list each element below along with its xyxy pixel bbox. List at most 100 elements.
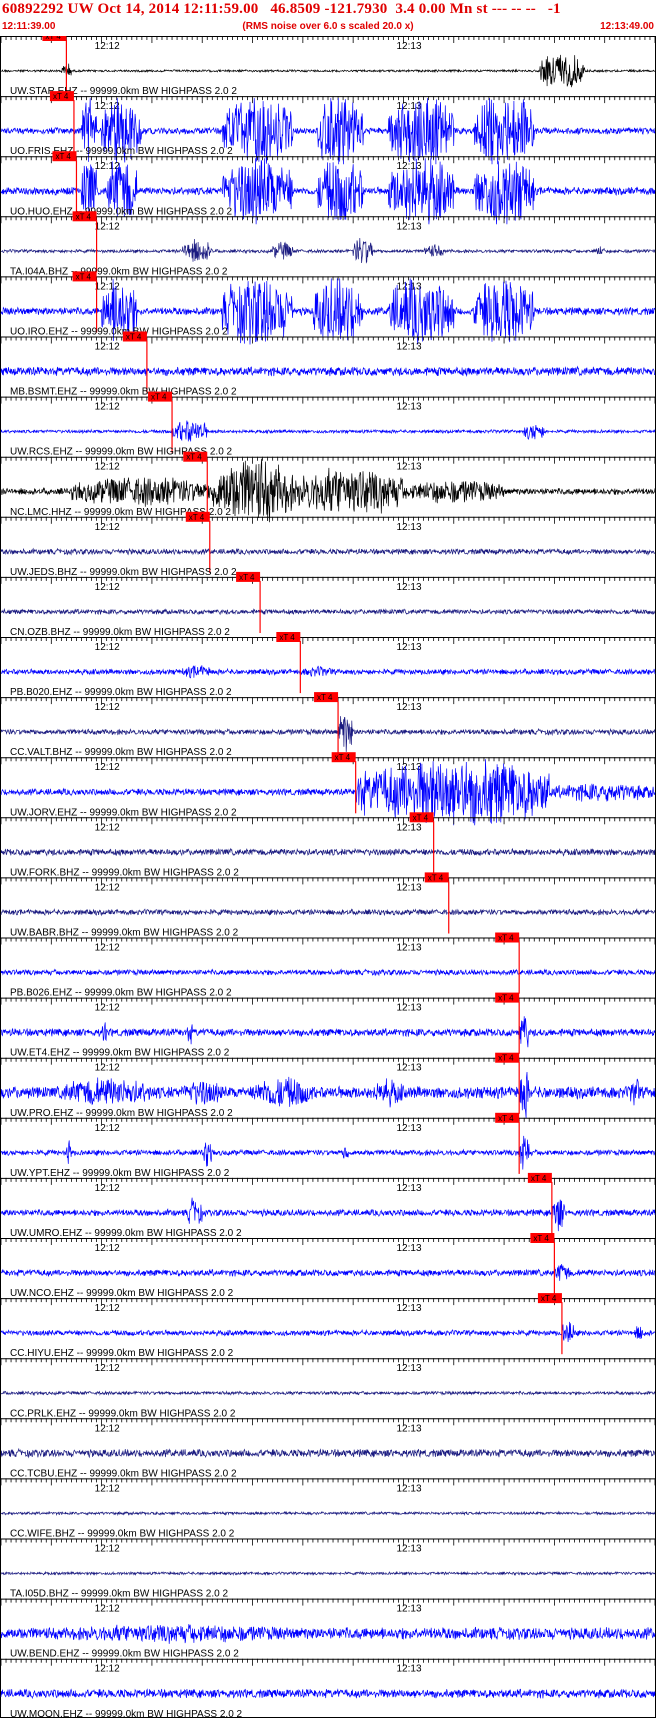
trace-row: 12:12 12:13xT 4 UW.FORK.BHZ -- 99999.0km B… [0,812,656,878]
minute-label: 12:13 [396,1423,421,1434]
pick-label: xT 4 [533,1234,549,1243]
station-label: UW.BABR.BHZ -- 99999.0km BW HIGHPASS 2.0… [10,928,239,939]
pick-label: xT 4 [189,513,205,522]
trace-row: 12:12 12:13 xT 4 CN.OZB.BHZ -- 99999.0km BW… [0,571,656,638]
minute-label: 12:13 [396,582,421,593]
minute-label: 12:13 [396,1664,421,1675]
minute-label: 12:12 [95,1003,120,1014]
trace-row: 12:12 12:13 xT 4 UW.JEDS.BHZ -- 99999.0km B… [0,511,656,578]
pick-label: xT 4 [413,813,429,822]
trace-row: 12:12 12:13 xT 4 UW.ET4.EHZ -- 99999.0km BW… [0,992,656,1059]
trace-row: 12:12 12:13xT 4UW.JORV.EHZ -- 99999.0km B… [0,752,656,826]
minute-label: 12:13 [396,41,421,52]
station-label: PB.B026.EHZ -- 99999.0km BW HIGHPASS 2.0… [10,988,232,999]
waveform-trace [0,1197,656,1232]
pick-label: xT 4 [151,393,167,402]
pick-label: xT 4 [55,152,71,161]
minute-label: 12:13 [396,1363,421,1374]
waveform-trace [0,365,656,377]
station-label: UO.IRO.EHZ -- 99999.0km BW HIGHPASS 2.0 … [10,327,228,338]
minute-label: 12:13 [396,101,421,112]
minute-label: 12:12 [95,221,120,232]
trace-row: 12:12 12:13 xT 4 PB.B020.EHZ -- 99999.0km B… [0,632,656,698]
station-label: UW.YPT.EHZ -- 99999.0km BW HIGHPASS 2.0 … [10,1168,230,1179]
pick-label: xT 4 [498,1054,514,1063]
station-label: CC.VALT.BHZ -- 99999.0km BW HIGHPASS 2.0… [10,747,232,758]
pick-label: xT 4 [279,633,295,642]
minute-label: 12:13 [396,642,421,653]
minute-label: 12:12 [95,1063,120,1074]
minute-label: 12:12 [95,402,120,413]
waveform-trace [0,1688,656,1700]
waveform-trace [0,1264,656,1281]
minute-label: 12:12 [95,1483,120,1494]
minute-label: 12:13 [396,1483,421,1494]
trace-row: 12:12 12:13 CC.TCBU.EHZ -- 99999.0km BW HI… [0,1418,656,1479]
waveform-trace [0,420,656,442]
minute-label: 12:12 [95,1363,120,1374]
station-label: UO.FRIS.EHZ -- 99999.0km BW HIGHPASS 2.0… [10,146,233,157]
minute-label: 12:12 [95,1243,120,1254]
station-label: UW.ET4.EHZ -- 99999.0km BW HIGHPASS 2.0 … [10,1048,230,1059]
station-label: CC.WIFE.BHZ -- 99999.0km BW HIGHPASS 2.0… [10,1529,235,1540]
pick-label: xT 4 [541,1294,557,1303]
minute-label: 12:12 [95,1423,120,1434]
minute-label: 12:13 [396,1123,421,1134]
trace-row: 12:12 12:13xT 4NC.LMC.HHZ -- 99999.0km BW… [0,451,656,523]
waveform-trace [0,1321,656,1343]
minute-label: 12:12 [95,1303,120,1314]
station-label: UW.FORK.BHZ -- 99999.0km BW HIGHPASS 2.0… [10,867,239,878]
station-label: UO.HUO.EHZ -- 99999.0km BW HIGHPASS 2.0 … [10,206,233,217]
minute-label: 12:13 [396,402,421,413]
station-label: MB.BSMT.EHZ -- 99999.0km BW HIGHPASS 2.0… [10,387,237,398]
trace-row: 12:12 12:13 xT 4 CC.HIYU.EHZ -- 99999.0km B… [0,1293,656,1359]
minute-label: 12:13 [396,1604,421,1615]
station-label: UW.UMRO.EHZ -- 99999.0km BW HIGHPASS 2.0… [10,1228,242,1239]
waveform-trace [0,908,656,917]
trace-row: 12:12 12:13 UW.MOON.EHZ -- 99999.0km BW HI… [0,1658,656,1718]
station-label: UW.MOON.EHZ -- 99999.0km BW HIGHPASS 2.0… [10,1709,243,1718]
pick-label: xT 4 [317,693,333,702]
pick-label: xT 4 [498,994,514,1003]
scaling-subtitle: (RMS noise over 6.0 s scaled 20.0 x) [242,21,414,32]
minute-label: 12:13 [396,1183,421,1194]
minute-label: 12:13 [396,522,421,533]
trace-row: 12:12 12:13 xT 4 UW.PRO.EHZ -- 99999.0km BW… [0,1052,656,1119]
pick-label: xT 4 [76,272,92,281]
waveform-trace [0,237,656,264]
trace-row: 12:12 12:13 UW.BEND.EHZ -- 99999.0km BW HI… [0,1598,656,1660]
minute-label: 12:13 [396,822,421,833]
pick-label: xT 4 [53,92,69,101]
waveform-trace [0,1016,656,1048]
pick-label: xT 4 [186,453,202,462]
waveform-trace [0,1624,656,1644]
minute-label: 12:12 [95,1183,120,1194]
station-label: CC.PRLK.EHZ -- 99999.0km BW HIGHPASS 2.0… [10,1408,236,1419]
minute-label: 12:12 [95,41,120,52]
trace-row: 12:12 12:13xT 4UW.RCS.EHZ -- 99999.0km BW… [0,391,656,458]
trace-row: 12:12 12:13 xT 4 PB.B026.EHZ -- 99999.0km B… [0,932,656,999]
pick-label: xT 4 [531,1174,547,1183]
minute-label: 12:12 [95,1604,120,1615]
minute-label: 12:12 [95,882,120,893]
end-time-label: 12:13:49.00 [600,21,654,32]
waveform-trace [0,968,656,977]
pick-label: xT 4 [428,873,444,882]
trace-row: 12:12 12:13 xT 4 UW.NCO.EHZ -- 99999.0km BW… [0,1233,656,1299]
waveform-trace [0,1570,656,1576]
minute-label: 12:12 [95,822,120,833]
minute-label: 12:12 [95,462,120,473]
minute-label: 12:13 [396,1003,421,1014]
event-title: 60892292 UW Oct 14, 2014 12:11:59.00 46.… [2,1,561,17]
pick-label: xT 4 [239,573,255,582]
waveform-trace [1,665,656,679]
station-label: CC.HIYU.EHZ -- 99999.0km BW HIGHPASS 2.0… [10,1348,234,1359]
minute-label: 12:13 [396,281,421,292]
waveform-trace [0,1135,656,1170]
minute-label: 12:12 [95,1664,120,1675]
trace-row: 12:12 12:13xT 4UO.HUO.EHZ -- 99999.0km BW… [0,151,656,225]
trace-row: 12:12 12:13 xT 4 UW.BABR.BHZ -- 99999.0km B… [0,872,656,939]
plot-header: 60892292 UW Oct 14, 2014 12:11:59.00 46.… [0,0,656,36]
station-label: UW.NCO.EHZ -- 99999.0km BW HIGHPASS 2.0 … [10,1288,234,1299]
minute-label: 12:12 [95,1123,120,1134]
